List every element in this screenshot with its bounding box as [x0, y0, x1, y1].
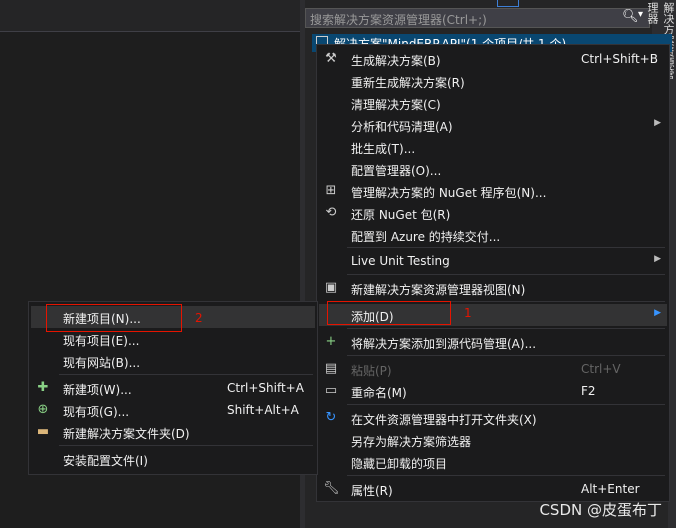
menu-item-rebuild[interactable]: 重新生成解决方案(R)	[319, 70, 667, 92]
menu-item-label: 隐藏已卸载的项目	[351, 457, 448, 471]
menu-item-nuget[interactable]: ⊞ 管理解决方案的 NuGet 程序包(N)...	[319, 180, 667, 202]
watermark: CSDN @皮蛋布丁	[539, 501, 662, 519]
menu-item-label: 重新生成解决方案(R)	[351, 76, 465, 90]
build-icon: ⚒	[325, 51, 337, 66]
menu-item-label: 配置管理器(O)...	[351, 164, 442, 178]
menu-separator	[59, 374, 313, 375]
menu-item-batch[interactable]: 批生成(T)...	[319, 136, 667, 158]
menu-item-label: 另存为解决方案筛选器	[351, 435, 472, 449]
annotation-box-add	[327, 301, 451, 325]
menu-item-label: 新建项(W)...	[63, 383, 132, 397]
menu-separator	[347, 404, 665, 405]
menu-item-label: 新建解决方案资源管理器视图(N)	[351, 283, 526, 297]
source-control-icon: +	[325, 334, 337, 349]
menu-item-shortcut: Ctrl+Shift+A	[227, 381, 304, 395]
menu-item-restore[interactable]: ⟲ 还原 NuGet 包(R)	[319, 202, 667, 224]
menu-item-hide[interactable]: 隐藏已卸载的项目	[319, 451, 667, 473]
explorer-view-icon: ▣	[324, 280, 338, 295]
new-item-icon: ✚	[37, 380, 49, 395]
menu-separator	[59, 445, 313, 446]
menu-item-azure[interactable]: 配置到 Azure 的持续交付...	[319, 224, 667, 246]
annotation-box-new-project	[46, 304, 182, 332]
menu-item-label: 配置到 Azure 的持续交付...	[351, 230, 501, 244]
annotation-number-2: 2	[195, 311, 203, 325]
menu-separator	[347, 475, 665, 476]
search-icon: 🔍︎	[622, 9, 639, 24]
paste-icon: ▤	[324, 361, 338, 376]
menu-item-saveas[interactable]: 另存为解决方案筛选器	[319, 429, 667, 451]
menu-item-label: 安装配置文件(I)	[63, 454, 148, 468]
menu-item-newview[interactable]: ▣ 新建解决方案资源管理器视图(N)	[319, 277, 667, 299]
folder-icon: ▬	[36, 424, 50, 439]
menu-separator	[347, 274, 665, 275]
restore-icon: ⟲	[325, 205, 337, 220]
menu-item-label: 属性(R)	[351, 484, 393, 498]
menu-item-rename[interactable]: ▭ 重命名(M) F2	[319, 380, 667, 402]
menu-item-label: 在文件资源管理器中打开文件夹(X)	[351, 413, 537, 427]
chevron-down-icon: ▾	[638, 9, 644, 20]
menu-separator	[347, 328, 665, 329]
menu-item-shortcut: Ctrl+V	[581, 362, 621, 376]
menu-item-newitem[interactable]: ✚ 新建项(W)... Ctrl+Shift+A	[31, 377, 315, 399]
menu-item-existitem[interactable]: ⊕ 现有项(G)... Shift+Alt+A	[31, 399, 315, 421]
menu-item-label: 还原 NuGet 包(R)	[351, 208, 451, 222]
menu-item-shortcut: Ctrl+Shift+B	[581, 52, 658, 66]
menu-item-live[interactable]: Live Unit Testing ▶	[319, 250, 667, 272]
submenu-arrow-icon: ▶	[654, 118, 661, 128]
menu-item-openfolder[interactable]: ↻ 在文件资源管理器中打开文件夹(X)	[319, 407, 667, 429]
annotation-number-1: 1	[464, 306, 472, 320]
menu-item-label: 分析和代码清理(A)	[351, 120, 453, 134]
submenu-arrow-icon: ▶	[654, 254, 661, 264]
refresh-icon: ↻	[325, 410, 337, 425]
menu-item-label: Live Unit Testing	[351, 254, 450, 268]
menu-item-shortcut: Alt+Enter	[581, 482, 640, 496]
search-placeholder: 搜索解决方案资源管理器(Ctrl+;)	[310, 13, 487, 27]
menu-item-label: 清理解决方案(C)	[351, 98, 441, 112]
menu-separator	[347, 247, 665, 248]
rename-icon: ▭	[324, 383, 338, 398]
menu-item-analyze[interactable]: 分析和代码清理(A) ▶	[319, 114, 667, 136]
menu-item-label: 批生成(T)...	[351, 142, 416, 156]
submenu-arrow-icon: ▶	[654, 308, 661, 318]
search-input[interactable]: 搜索解决方案资源管理器(Ctrl+;)	[305, 8, 650, 28]
menu-item-shortcut: F2	[581, 384, 596, 398]
menu-item-label: 粘贴(P)	[351, 364, 392, 378]
menu-separator	[347, 355, 665, 356]
menu-item-clean[interactable]: 清理解决方案(C)	[319, 92, 667, 114]
menu-item-srcctl[interactable]: + 将解决方案添加到源代码管理(A)...	[319, 331, 667, 353]
menu-item-label: 将解决方案添加到源代码管理(A)...	[351, 337, 537, 351]
menu-item-label: 管理解决方案的 NuGet 程序包(N)...	[351, 186, 547, 200]
menu-item-paste[interactable]: ▤ 粘贴(P) Ctrl+V	[319, 358, 667, 380]
menu-item-label: 现有项(G)...	[63, 405, 130, 419]
menu-item-label: 现有项目(E)...	[63, 334, 140, 348]
editor-tab-strip	[0, 0, 300, 32]
menu-item-installcfg[interactable]: 安装配置文件(I)	[31, 448, 315, 470]
existing-item-icon: ⊕	[37, 402, 49, 417]
nuget-icon: ⊞	[325, 183, 337, 198]
solution-context-menu: ⚒ 生成解决方案(B) Ctrl+Shift+B 重新生成解决方案(R) 清理解决方案(…	[316, 44, 670, 502]
menu-item-label: 现有网站(B)...	[63, 356, 141, 370]
menu-item-newfolder[interactable]: ▬ 新建解决方案文件夹(D)	[31, 421, 315, 443]
menu-item-props[interactable]: 🔧︎ 属性(R) Alt+Enter	[319, 478, 667, 500]
menu-item-config[interactable]: 配置管理器(O)...	[319, 158, 667, 180]
menu-item-existsite[interactable]: 现有网站(B)...	[31, 350, 315, 372]
menu-item-label: 重命名(M)	[351, 386, 407, 400]
menu-item-build[interactable]: ⚒ 生成解决方案(B) Ctrl+Shift+B	[319, 48, 667, 70]
menu-item-shortcut: Shift+Alt+A	[227, 403, 299, 417]
menu-item-label: 新建解决方案文件夹(D)	[63, 427, 190, 441]
wrench-icon: 🔧︎	[323, 481, 340, 496]
menu-item-label: 生成解决方案(B)	[351, 54, 441, 68]
panel-tab-indicator	[497, 0, 519, 7]
